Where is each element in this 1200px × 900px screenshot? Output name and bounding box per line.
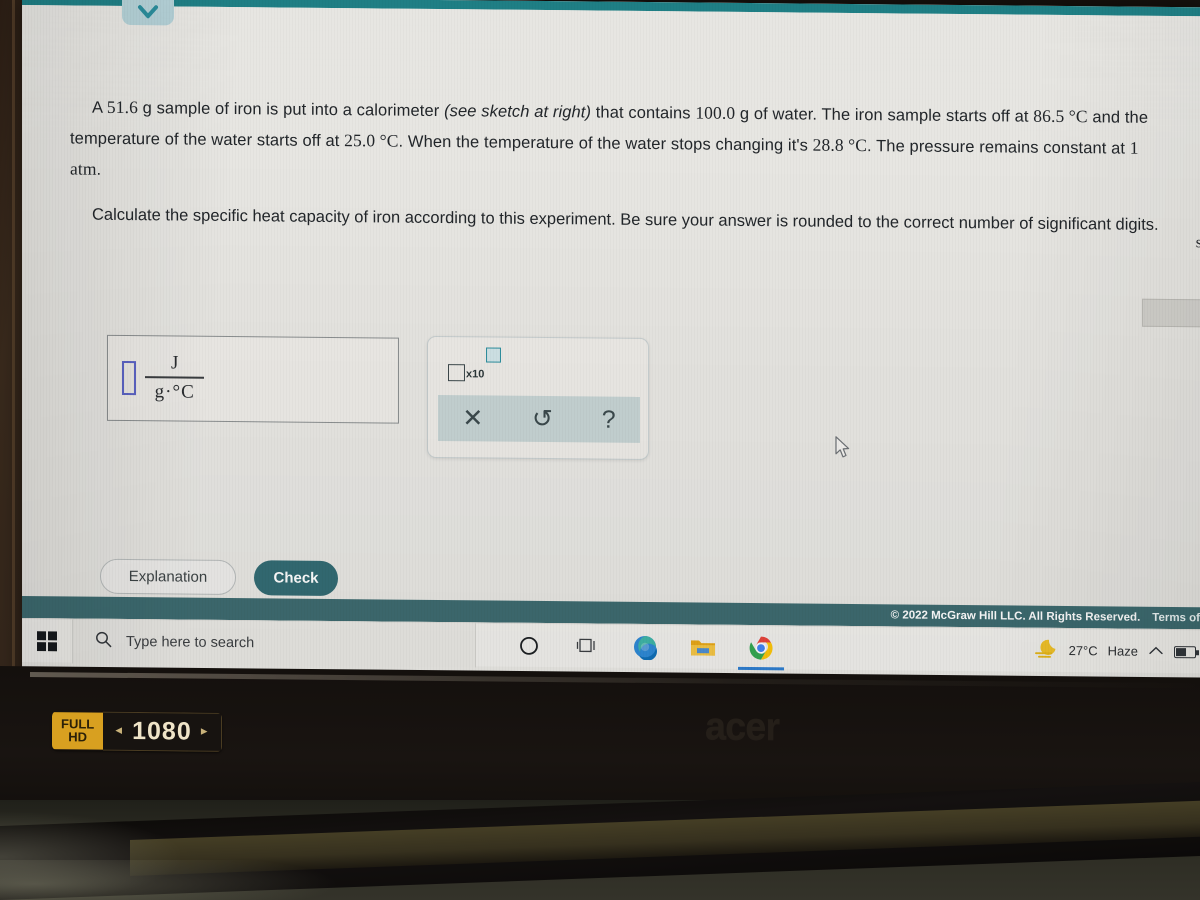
resolution-value: 1080 <box>132 716 192 746</box>
q-text: The pressure remains constant at <box>876 137 1126 158</box>
laptop-screen: A 51.6 g sample of iron is put into a ca… <box>22 0 1200 696</box>
help-question-icon[interactable]: ? <box>602 406 616 434</box>
math-toolbar-actions: ✕ ↺ ? <box>438 394 640 443</box>
check-button[interactable]: Check <box>254 560 338 597</box>
answer-units: J g·°C <box>145 352 205 403</box>
arrow-left-icon: ◄ <box>113 724 126 737</box>
chevron-up-icon[interactable] <box>1148 643 1164 659</box>
q-value-water-temp: 25.0 °C <box>344 130 399 151</box>
q-text: . <box>96 160 102 179</box>
question-statement: A 51.6 g sample of iron is put into a ca… <box>70 91 1170 195</box>
laptop-photo: A 51.6 g sample of iron is put into a ca… <box>0 0 1200 900</box>
unit-denominator: g·°C <box>154 381 195 403</box>
q-text: g sample of iron is put into a calorimet… <box>142 99 440 121</box>
sketch-annotation-box: a <box>1142 298 1200 328</box>
mouse-pointer-icon <box>834 436 852 465</box>
acer-brand-logo: acer <box>705 705 780 749</box>
terms-link[interactable]: Terms of <box>1152 612 1200 624</box>
answer-entry-box[interactable]: J g·°C <box>107 334 399 424</box>
explanation-label: Explanation <box>128 568 208 586</box>
search-input[interactable]: Type here to search <box>72 618 476 667</box>
taskbar-icons <box>476 629 776 664</box>
full-hd-sticker: FULL HD ◄ 1080 ► <box>52 711 222 752</box>
cortana-circle-icon[interactable] <box>514 629 544 661</box>
deck-light-reflection-left <box>0 812 180 900</box>
hd-label: HD <box>68 729 87 745</box>
explanation-button[interactable]: Explanation <box>100 558 236 596</box>
q-value-water-mass: 100.0 <box>695 102 736 123</box>
calorimeter-sketch: therm insula conta wat sampl a <box>1108 15 1200 616</box>
clear-x-icon[interactable]: ✕ <box>462 404 483 432</box>
fraction-bar <box>145 376 205 379</box>
system-tray: 27°C Haze <box>1033 638 1200 665</box>
windows-start-icon[interactable] <box>22 619 72 663</box>
search-icon <box>95 630 112 652</box>
weather-temperature[interactable]: 27°C <box>1069 643 1098 658</box>
exponent-placeholder-icon <box>486 347 501 363</box>
search-placeholder: Type here to search <box>126 633 255 651</box>
arrow-right-icon: ► <box>198 725 211 738</box>
sketch-label-sample: sampl <box>1195 234 1200 252</box>
q-value-iron-mass: 51.6 <box>106 96 138 118</box>
q-sketch-note: (see sketch at right) <box>444 102 592 122</box>
q-text: that contains <box>595 103 691 123</box>
question-paragraph: A 51.6 g sample of iron is put into a ca… <box>70 91 1170 195</box>
check-label: Check <box>273 569 319 587</box>
x10-label: x10 <box>466 368 485 381</box>
unit-numerator: J <box>171 352 179 374</box>
math-toolbar-panel[interactable]: x10 ✕ ↺ ? <box>427 335 649 461</box>
answer-input[interactable] <box>122 360 136 396</box>
undo-icon[interactable]: ↺ <box>532 405 553 433</box>
scientific-notation-button[interactable]: x10 <box>448 347 504 382</box>
mantissa-placeholder-icon <box>448 364 465 382</box>
q-text: . When the temperature of the water stop… <box>398 132 808 155</box>
collapse-panel-button[interactable] <box>122 0 174 26</box>
chevron-down-icon <box>137 4 159 20</box>
q-text: . <box>867 137 872 156</box>
q-text: A <box>92 98 103 117</box>
q-value-iron-temp: 86.5 °C <box>1033 105 1088 127</box>
q-value-final-temp: 28.8 °C <box>812 134 868 156</box>
q-text: g of water. The iron sample starts off a… <box>739 104 1029 126</box>
google-chrome-icon[interactable] <box>746 631 776 663</box>
resolution-badge: ◄ 1080 ► <box>103 711 222 752</box>
full-hd-badge: FULL HD <box>52 712 104 750</box>
task-view-icon[interactable] <box>572 630 602 662</box>
weather-condition[interactable]: Haze <box>1108 643 1138 658</box>
microsoft-edge-icon[interactable] <box>630 630 660 662</box>
copyright-text: © 2022 McGraw Hill LLC. All Rights Reser… <box>890 609 1141 624</box>
haze-moon-icon <box>1033 638 1059 663</box>
file-explorer-icon[interactable] <box>688 631 718 663</box>
battery-icon[interactable] <box>1174 645 1196 658</box>
